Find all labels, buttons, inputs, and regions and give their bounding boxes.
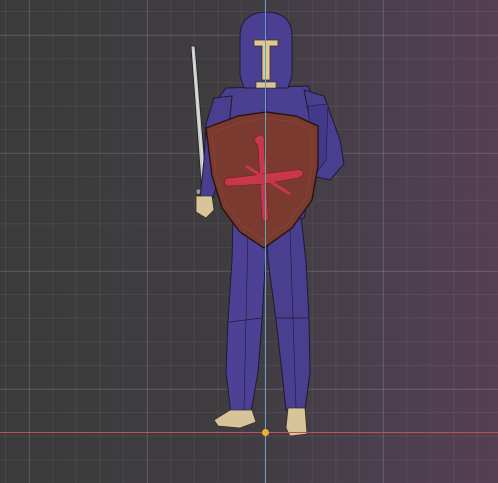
x-axis-line xyxy=(0,432,498,433)
helmet xyxy=(239,11,293,89)
origin-point-icon[interactable] xyxy=(262,429,269,436)
y-axis-line xyxy=(265,0,266,483)
3d-viewport[interactable] xyxy=(0,0,498,483)
knight-model[interactable] xyxy=(0,0,498,483)
